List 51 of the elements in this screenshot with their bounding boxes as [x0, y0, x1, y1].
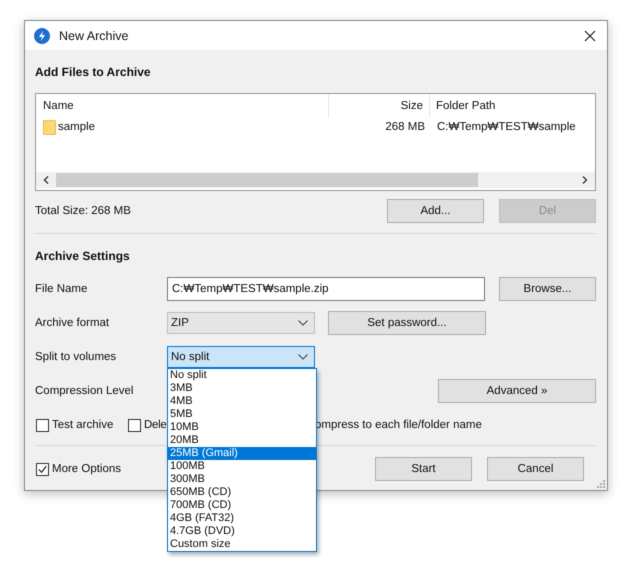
dropdown-option[interactable]: 300MB	[168, 473, 316, 486]
folder-icon	[43, 120, 56, 134]
dropdown-option[interactable]: Custom size	[168, 538, 316, 551]
dropdown-option[interactable]: 25MB (Gmail)	[168, 447, 316, 460]
table-cell: sample	[58, 121, 96, 133]
chevron-down-icon	[298, 320, 308, 326]
dropdown-option[interactable]: 4GB (FAT32)	[168, 512, 316, 525]
checkbox-label: ompress to each file/folder name	[315, 419, 482, 431]
dialog-button[interactable]: Start	[375, 457, 472, 481]
dropdown-option[interactable]: 4MB	[168, 395, 316, 408]
lightning-icon	[34, 28, 50, 44]
horizontal-scrollbar[interactable]	[36, 172, 595, 188]
checkbox-label: Test archive	[52, 419, 114, 431]
column-header[interactable]: Name	[36, 94, 329, 118]
dropdown-option[interactable]: 100MB	[168, 460, 316, 473]
column-header[interactable]: Size	[329, 94, 430, 118]
checkbox-label: Dele	[144, 419, 166, 431]
dropdown-option[interactable]: 700MB (CD)	[168, 499, 316, 512]
table-cell-text: 268 MB	[384, 121, 426, 133]
file-name-field[interactable]: C:₩Temp₩TEST₩sample.zip	[167, 277, 485, 301]
window-title: New Archive	[59, 28, 128, 42]
checkbox[interactable]	[36, 418, 49, 432]
dropdown-option[interactable]: 4.7GB (DVD)	[168, 525, 316, 538]
dropdown-option[interactable]: 20MB	[168, 434, 316, 447]
dialog-button[interactable]: Cancel	[487, 457, 584, 481]
dropdown-option[interactable]: 650MB (CD)	[168, 486, 316, 499]
checkbox[interactable]	[36, 462, 49, 476]
total-size-label: Total Size: 268 MB	[35, 205, 131, 217]
checkbox-label: More Options	[52, 463, 122, 475]
dropdown-option[interactable]: 3MB	[168, 382, 316, 395]
field-label: Compression Level	[35, 385, 134, 397]
field-label: Split to volumes	[35, 351, 118, 363]
resize-grip-icon[interactable]	[597, 480, 605, 488]
dropdown-option[interactable]: No split	[168, 369, 316, 382]
field-label: Archive format	[35, 317, 110, 329]
set-password-button[interactable]: Set password...	[328, 311, 486, 335]
checkbox[interactable]	[128, 418, 141, 432]
browse-button[interactable]: Browse...	[499, 277, 596, 301]
section-heading: Archive Settings	[35, 248, 131, 264]
close-icon[interactable]	[584, 30, 596, 42]
column-header[interactable]: Folder Path	[430, 94, 496, 118]
advanced-button[interactable]: Advanced »	[438, 379, 596, 403]
field-label: File Name	[35, 283, 88, 295]
chevron-down-icon	[298, 354, 308, 360]
dropdown-option[interactable]: 5MB	[168, 408, 316, 421]
format-dropdown[interactable]: ZIP	[167, 312, 315, 334]
table-cell-text: C:₩Temp₩TEST₩sample	[436, 121, 576, 133]
dialog-button[interactable]: Add...	[387, 199, 484, 223]
dropdown-option[interactable]: 10MB	[168, 421, 316, 434]
section-heading: Add Files to Archive	[35, 64, 152, 80]
split-dropdown[interactable]: No split	[167, 346, 315, 368]
